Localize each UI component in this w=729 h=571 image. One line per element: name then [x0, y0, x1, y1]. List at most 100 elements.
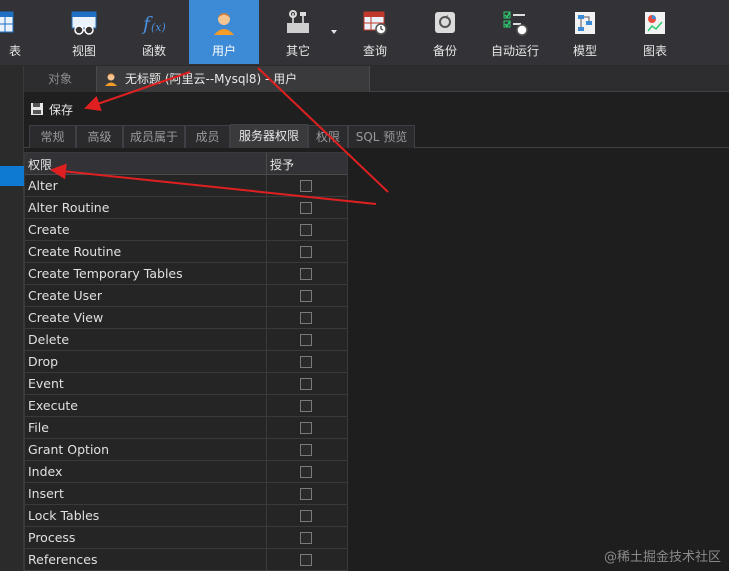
svg-text:(x): (x): [151, 21, 166, 34]
tab-members[interactable]: 成员: [185, 125, 230, 148]
privilege-row[interactable]: Delete: [25, 329, 347, 351]
privilege-name: Delete: [28, 332, 70, 347]
grant-checkbox[interactable]: [300, 532, 312, 544]
backup-icon: [431, 9, 459, 37]
main-toolbar: 表 视图 f (x) 函数 用户 其它 查询 备份 自动运行 模型 图表: [0, 0, 729, 66]
save-button[interactable]: 保存: [30, 100, 73, 118]
column-divider: [266, 417, 267, 439]
column-header-grant[interactable]: 授予: [270, 156, 294, 173]
watermark: @稀土掘金技术社区: [603, 550, 721, 565]
grant-checkbox[interactable]: [300, 378, 312, 390]
function-icon: f (x): [140, 9, 168, 37]
grant-checkbox[interactable]: [300, 466, 312, 478]
privilege-name: Process: [28, 530, 76, 545]
grant-checkbox[interactable]: [300, 510, 312, 522]
privilege-row[interactable]: Drop: [25, 351, 347, 373]
privilege-row[interactable]: Lock Tables: [25, 505, 347, 527]
grant-checkbox[interactable]: [300, 554, 312, 566]
privilege-row[interactable]: File: [25, 417, 347, 439]
tab-untitled-user-label: 无标题 (阿里云--Mysql8) - 用户: [125, 72, 298, 86]
tab-advanced[interactable]: 高级: [76, 125, 123, 148]
privilege-name: Create User: [28, 288, 102, 303]
tab-objects[interactable]: 对象: [24, 66, 96, 92]
privilege-row[interactable]: Create User: [25, 285, 347, 307]
grant-checkbox[interactable]: [300, 246, 312, 258]
chart-icon: [641, 9, 669, 37]
toolbar-table-label: 表: [8, 44, 21, 58]
privilege-row[interactable]: Create: [25, 219, 347, 241]
toolbar-user-button[interactable]: 用户: [189, 0, 259, 64]
grant-checkbox[interactable]: [300, 422, 312, 434]
privilege-row[interactable]: Insert: [25, 483, 347, 505]
grant-checkbox[interactable]: [300, 488, 312, 500]
save-icon: [31, 103, 43, 115]
privilege-name: Insert: [28, 486, 64, 501]
toolbar-automation-button[interactable]: 自动运行: [485, 0, 545, 64]
tab-sql-preview[interactable]: SQL 预览: [348, 125, 415, 148]
tab-untitled-user[interactable]: 无标题 (阿里云--Mysql8) - 用户: [96, 66, 370, 92]
toolbar-backup-button[interactable]: 备份: [415, 0, 475, 64]
toolbar-table-button[interactable]: 表: [0, 0, 30, 64]
privilege-row[interactable]: References: [25, 549, 347, 570]
privilege-row[interactable]: Alter Routine: [25, 197, 347, 219]
toolbar-view-button[interactable]: 视图: [54, 0, 114, 64]
toolbar-query-button[interactable]: 查询: [345, 0, 405, 64]
toolbar-function-button[interactable]: f (x) 函数: [124, 0, 184, 64]
column-divider: [266, 461, 267, 483]
column-divider: [266, 395, 267, 417]
privilege-row[interactable]: Grant Option: [25, 439, 347, 461]
navigation-selected-item[interactable]: [0, 166, 24, 186]
server-privileges-grid: 权限 授予 Alter Alter Routine Create Create Rou…: [24, 152, 348, 571]
privilege-name: Create View: [28, 310, 104, 325]
tab-general[interactable]: 常规: [29, 125, 76, 148]
navigation-pane: [0, 66, 24, 571]
privilege-row[interactable]: Execute: [25, 395, 347, 417]
toolbar-model-button[interactable]: 模型: [555, 0, 615, 64]
privilege-row[interactable]: Create Temporary Tables: [25, 263, 347, 285]
tab-member-of[interactable]: 成员属于: [123, 125, 185, 148]
privilege-row[interactable]: Create Routine: [25, 241, 347, 263]
privilege-name: References: [28, 552, 98, 567]
privilege-row[interactable]: Index: [25, 461, 347, 483]
privilege-row[interactable]: Event: [25, 373, 347, 395]
column-header-privilege[interactable]: 权限: [28, 156, 52, 173]
query-icon: [361, 9, 389, 37]
grant-checkbox[interactable]: [300, 224, 312, 236]
grant-checkbox[interactable]: [300, 444, 312, 456]
toolbar-others-button[interactable]: 其它: [268, 0, 328, 64]
column-divider: [266, 373, 267, 395]
document-tabbar: 对象 无标题 (阿里云--Mysql8) - 用户: [24, 66, 729, 92]
privilege-name: Execute: [28, 398, 78, 413]
grant-checkbox[interactable]: [300, 180, 312, 192]
save-label: 保存: [49, 102, 74, 117]
grant-checkbox[interactable]: [300, 356, 312, 368]
grant-checkbox[interactable]: [300, 202, 312, 214]
column-divider: [266, 505, 267, 527]
toolbar-view-label: 视图: [71, 44, 96, 58]
grant-checkbox[interactable]: [300, 290, 312, 302]
toolbar-chart-button[interactable]: 图表: [625, 0, 685, 64]
privilege-name: Create Routine: [28, 244, 122, 259]
column-divider: [266, 549, 267, 570]
grant-checkbox[interactable]: [300, 400, 312, 412]
editor-toolbar: 保存: [24, 92, 729, 124]
grant-checkbox[interactable]: [300, 312, 312, 324]
privilege-name: File: [28, 420, 49, 435]
grant-checkbox[interactable]: [300, 268, 312, 280]
navicat-window: 表 视图 f (x) 函数 用户 其它 查询 备份 自动运行 模型 图表 对象 …: [0, 0, 729, 571]
privilege-name: Create: [28, 222, 70, 237]
privilege-row[interactable]: Alter: [25, 175, 347, 197]
tab-privileges[interactable]: 权限: [308, 125, 348, 148]
column-divider: [266, 285, 267, 307]
privilege-row[interactable]: Process: [25, 527, 347, 549]
column-divider: [266, 153, 267, 175]
grant-checkbox[interactable]: [300, 334, 312, 346]
privilege-row[interactable]: Create View: [25, 307, 347, 329]
privilege-name: Index: [28, 464, 63, 479]
tab-server-privileges[interactable]: 服务器权限: [230, 124, 308, 148]
view-icon: [70, 9, 98, 37]
privilege-name: Event: [28, 376, 64, 391]
toolbar-function-label: 函数: [141, 44, 166, 58]
others-dropdown-caret-icon[interactable]: [331, 30, 337, 34]
column-divider: [266, 241, 267, 263]
